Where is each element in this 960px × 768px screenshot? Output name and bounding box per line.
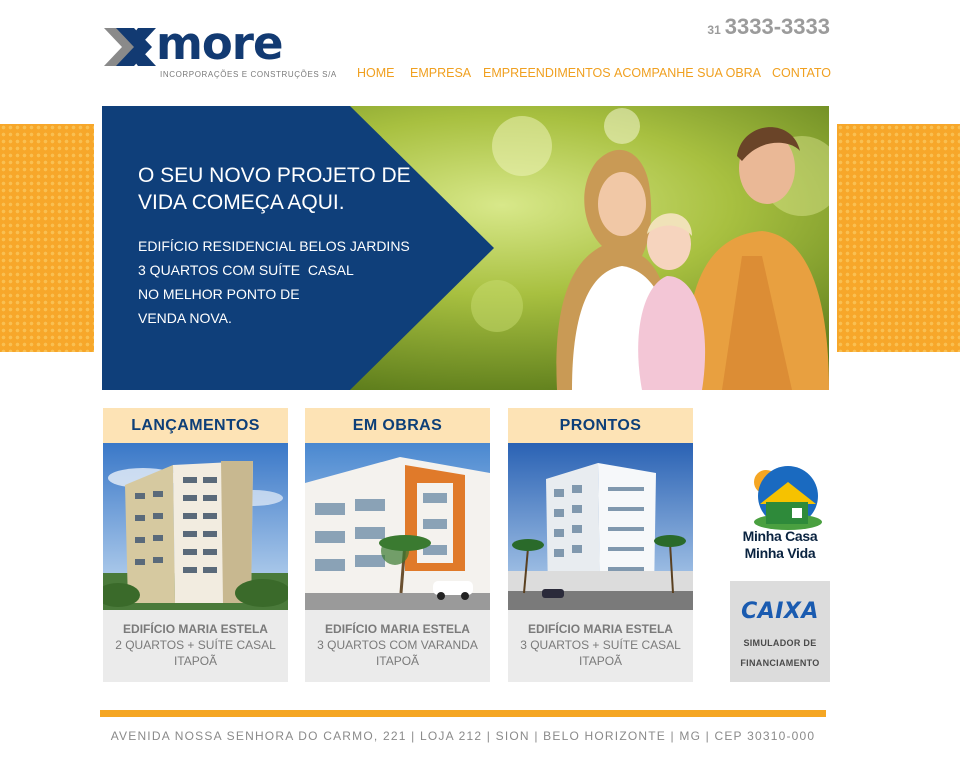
card-building-detail: 3 QUARTOS COM VARANDA <box>317 638 478 652</box>
hero-headline: O SEU NOVO PROJETO DE VIDA COMEÇA AQUI. <box>138 164 411 214</box>
card-building-location: ITAPOÃ <box>578 654 623 668</box>
brand-name: more <box>156 17 284 70</box>
card-building-detail: 3 QUARTOS + SUÍTE CASAL <box>520 638 681 652</box>
mcmv-label: Minha Casa Minha Vida <box>730 528 830 562</box>
decorative-pattern-left <box>0 124 94 352</box>
nav-empreendimentos[interactable]: EMPREENDIMENTOS <box>483 66 611 80</box>
card-title: PRONTOS <box>508 408 693 443</box>
nav-acompanhe-sua-obra[interactable]: ACOMPANHE SUA OBRA <box>614 66 761 80</box>
caixa-line-1: SIMULADOR DE <box>743 638 817 648</box>
hero-description: EDIFÍCIO RESIDENCIAL BELOS JARDINS 3 QUA… <box>138 234 438 330</box>
card-info: EDIFÍCIO MARIA ESTELA 3 QUARTOS + SUÍTE … <box>508 610 693 669</box>
caixa-label: SIMULADOR DE FINANCIAMENTO <box>730 633 830 673</box>
card-prontos[interactable]: PRONTOS EDIFÍCIO MARIA ESTELA 3 QUARTOS … <box>508 408 693 682</box>
hero-text: O SEU NOVO PROJETO DE VIDA COMEÇA AQUI. … <box>138 162 438 330</box>
mcmv-line-2: Minha Vida <box>744 545 816 561</box>
card-building-location: ITAPOÃ <box>375 654 420 668</box>
phone-number: 31 3333-3333 <box>707 14 830 40</box>
card-lancamentos[interactable]: LANÇAMENTOS EDIFÍCIO MARIA ESTELA 2 QUAR… <box>103 408 288 682</box>
phone-area-code: 31 <box>707 23 721 37</box>
hero-line-3: NO MELHOR PONTO DE <box>138 286 300 302</box>
house-sun-icon <box>754 466 822 530</box>
building-image <box>508 443 693 610</box>
nav-contato[interactable]: CONTATO <box>772 66 831 80</box>
card-building-name: EDIFÍCIO MARIA ESTELA <box>325 622 470 636</box>
hero-line-2: 3 QUARTOS COM SUÍTE CASAL <box>138 262 354 278</box>
nav-empresa[interactable]: EMPRESA <box>410 66 471 80</box>
building-image <box>103 443 288 610</box>
decorative-pattern-right <box>837 124 960 352</box>
brand-logo-mark-icon <box>104 28 156 66</box>
card-building-location: ITAPOÃ <box>173 654 218 668</box>
card-title: EM OBRAS <box>305 408 490 443</box>
card-info: EDIFÍCIO MARIA ESTELA 2 QUARTOS + SUÍTE … <box>103 610 288 669</box>
building-image <box>305 443 490 610</box>
footer-address: AVENIDA NOSSA SENHORA DO CARMO, 221 | LO… <box>110 729 816 743</box>
card-building-name: EDIFÍCIO MARIA ESTELA <box>528 622 673 636</box>
card-em-obras[interactable]: EM OBRAS EDIFÍCIO MARIA ESTELA 3 QUARTOS… <box>305 408 490 682</box>
card-building-name: EDIFÍCIO MARIA ESTELA <box>123 622 268 636</box>
hero-line-1: EDIFÍCIO RESIDENCIAL BELOS JARDINS <box>138 238 410 254</box>
phone-digits: 3333-3333 <box>724 14 830 39</box>
card-info: EDIFÍCIO MARIA ESTELA 3 QUARTOS COM VARA… <box>305 610 490 669</box>
footer-divider <box>100 710 826 717</box>
mcmv-line-1: Minha Casa <box>742 528 818 544</box>
main-nav: HOME EMPRESA EMPREENDIMENTOS ACOMPANHE S… <box>0 66 960 84</box>
caixa-simulator-button[interactable]: CAIXA SIMULADOR DE FINANCIAMENTO <box>730 581 830 682</box>
nav-home[interactable]: HOME <box>357 66 395 80</box>
card-title: LANÇAMENTOS <box>103 408 288 443</box>
card-building-detail: 2 QUARTOS + SUÍTE CASAL <box>115 638 276 652</box>
hero-banner[interactable]: O SEU NOVO PROJETO DE VIDA COMEÇA AQUI. … <box>102 106 829 390</box>
caixa-line-2: FINANCIAMENTO <box>740 658 820 668</box>
caixa-logo: CAIXA <box>741 599 819 624</box>
hero-line-4: VENDA NOVA. <box>138 310 232 326</box>
minha-casa-minha-vida-link[interactable]: Minha Casa Minha Vida <box>730 464 830 568</box>
